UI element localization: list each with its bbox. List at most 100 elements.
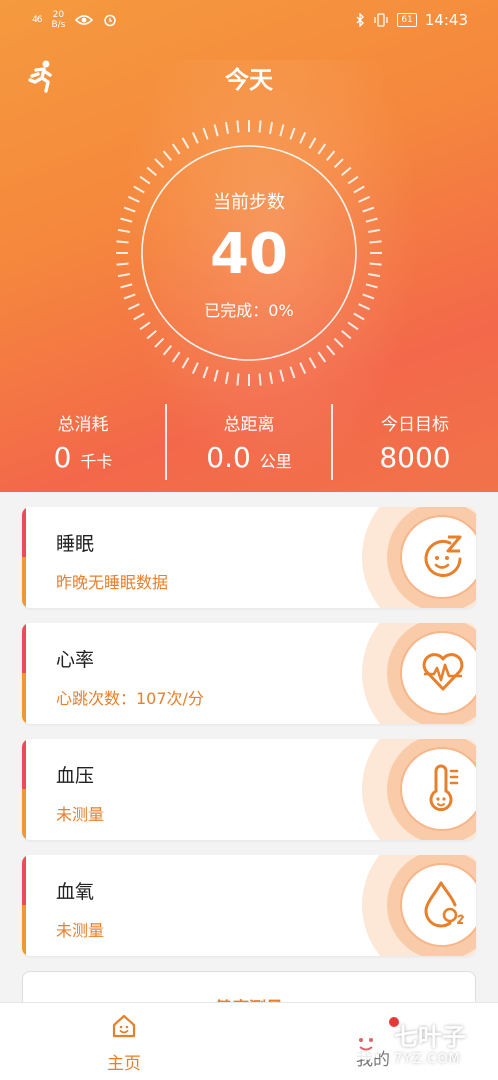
- dial-tick: [181, 357, 190, 369]
- stat-distance-unit: 公里: [259, 452, 292, 471]
- tab-home[interactable]: 主页: [74, 1013, 174, 1074]
- card-accent-bar: [22, 789, 26, 840]
- card-accent-bar: [22, 673, 26, 724]
- stat-calories-unit: 千卡: [80, 452, 113, 471]
- heart-rate-card[interactable]: 心率 心跳次数：107次/分: [22, 623, 476, 724]
- card-title: 血压: [56, 765, 95, 787]
- dial-tick: [279, 124, 285, 137]
- card-title: 睡眠: [56, 533, 95, 555]
- dial-tick: [181, 137, 190, 149]
- dial-tick: [326, 345, 336, 356]
- dial-tick: [146, 166, 157, 176]
- dial-tick: [213, 369, 219, 382]
- dial-tick: [317, 143, 327, 155]
- stat-distance-label: 总距离: [223, 415, 275, 435]
- dial-tick: [202, 127, 209, 140]
- dial-tick: [236, 373, 240, 386]
- stat-distance: 总距离 0.0 公里: [166, 404, 332, 474]
- card-subtitle: 未测量: [56, 921, 105, 940]
- dial-tick: [333, 158, 344, 169]
- health-cards: 睡眠 昨晚无睡眠数据 心率 心跳次数：107次/分 血压 未测量 血氧 未测量: [22, 507, 476, 971]
- steps-value: 40: [210, 222, 288, 287]
- completion-text: 已完成：0%: [204, 301, 294, 320]
- vibrate-icon: [374, 13, 388, 27]
- dial-tick: [162, 150, 172, 161]
- watermark-sub: 7YZ.COM: [394, 1052, 461, 1067]
- dial-tick: [333, 337, 344, 348]
- stats-row: 总消耗 0 千卡 总距离 0.0 公里 今日目标 8000: [0, 404, 498, 482]
- status-bar: 46 20 B/s 61 14:43: [0, 0, 498, 40]
- home-icon: [112, 1014, 136, 1038]
- dial-tick: [326, 150, 336, 161]
- watermark-text: 七叶子 7YZ.COM: [388, 1017, 466, 1067]
- blood-pressure-card[interactable]: 血压 未测量: [22, 739, 476, 840]
- heart-pulse-icon: [422, 653, 464, 691]
- dial-tick: [258, 120, 262, 133]
- leaf-mascot-icon: [348, 1024, 384, 1060]
- stat-distance-value-line: 0.0 公里: [166, 441, 332, 474]
- stat-goal-label: 今日目标: [381, 415, 449, 435]
- sleep-face-icon: [424, 535, 462, 577]
- network-speed: 20 B/s: [51, 10, 66, 30]
- header: 今天: [0, 56, 498, 96]
- watermark-main: 七叶子: [394, 1023, 466, 1051]
- page-title: 今天: [225, 66, 273, 94]
- dial-tick: [341, 166, 352, 176]
- card-accent-bar: [22, 623, 26, 673]
- dial-tick: [347, 321, 359, 331]
- stat-distance-value: 0.0: [206, 441, 251, 474]
- card-subtitle: 昨晚无睡眠数据: [56, 573, 169, 592]
- card-accent-bar: [22, 905, 26, 956]
- dial-tick: [171, 351, 181, 363]
- battery-icon: 61: [397, 13, 417, 27]
- dial-tick: [154, 337, 165, 348]
- dial-tick: [202, 366, 209, 379]
- card-accent-bar: [22, 557, 26, 608]
- dial-tick: [171, 143, 181, 155]
- stat-calories-value-line: 0 千卡: [0, 441, 166, 474]
- dial-tick: [317, 351, 327, 363]
- card-subtitle: 心跳次数：107次/分: [56, 689, 204, 708]
- stat-calories-label: 总消耗: [57, 415, 109, 435]
- thermometer-face-icon: [429, 764, 459, 812]
- stat-calories-value: 0: [53, 441, 72, 474]
- watermark-logo: 七叶子 7YZ.COM: [344, 1010, 494, 1074]
- tab-home-label: 主页: [107, 1054, 141, 1074]
- dial-tick: [191, 132, 199, 144]
- eye-icon: [75, 15, 94, 25]
- dial-tick: [308, 137, 317, 149]
- dial-tick: [299, 132, 307, 144]
- dial-tick: [347, 175, 359, 185]
- card-title: 心率: [56, 649, 95, 671]
- stat-goal-value: 8000: [379, 441, 451, 474]
- alarm-icon: [104, 14, 117, 27]
- bluetooth-icon: [356, 13, 365, 27]
- stat-calories: 总消耗 0 千卡: [0, 404, 166, 474]
- dial-tick: [139, 175, 151, 185]
- dial-tick: [162, 345, 172, 356]
- dial-tick: [289, 127, 296, 140]
- dial-tick: [269, 121, 274, 135]
- dial-tick: [146, 330, 157, 340]
- dial-tick: [236, 120, 240, 133]
- status-time: 14:43: [424, 11, 468, 29]
- dial-tick: [224, 371, 229, 385]
- card-accent-bar: [22, 507, 26, 557]
- sleep-card[interactable]: 睡眠 昨晚无睡眠数据: [22, 507, 476, 608]
- dial-tick: [269, 371, 274, 385]
- card-accent-bar: [22, 739, 26, 789]
- dial-tick: [139, 321, 151, 331]
- blood-oxygen-card[interactable]: 血氧 未测量: [22, 855, 476, 956]
- dial-tick: [341, 330, 352, 340]
- dial-tick: [279, 369, 285, 382]
- dial-tick: [154, 158, 165, 169]
- stat-goal[interactable]: 今日目标 8000: [332, 404, 498, 474]
- dial-tick: [258, 373, 262, 386]
- dial-tick: [308, 357, 317, 369]
- card-title: 血氧: [56, 881, 95, 903]
- dial-tick: [299, 362, 307, 374]
- oxygen-drop-icon: [424, 881, 464, 928]
- dial-tick: [191, 362, 199, 374]
- card-subtitle: 未测量: [56, 805, 105, 824]
- dial-tick: [289, 366, 296, 379]
